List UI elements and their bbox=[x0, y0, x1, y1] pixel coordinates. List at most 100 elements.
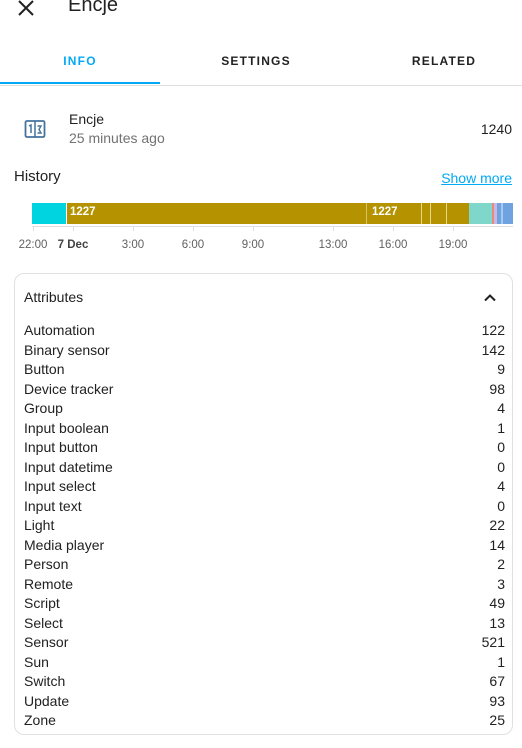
attribute-row: Switch 67 bbox=[24, 672, 505, 692]
attribute-key: Binary sensor bbox=[24, 341, 110, 358]
timeline-segment-divider bbox=[430, 203, 431, 224]
axis-tick-label: 9:00 bbox=[241, 239, 265, 251]
axis-tick-label: 16:00 bbox=[378, 239, 408, 251]
attribute-value: 0 bbox=[497, 458, 505, 475]
attribute-row: Media player 14 bbox=[24, 536, 505, 556]
counter-icon bbox=[24, 120, 46, 138]
attribute-key: Input datetime bbox=[24, 458, 113, 475]
timeline-bar-label: 1227 bbox=[70, 206, 96, 218]
attribute-value: 4 bbox=[497, 478, 505, 494]
timeline-segment[interactable] bbox=[469, 203, 492, 224]
attribute-key: Person bbox=[24, 556, 69, 572]
attribute-row: Input datetime 0 bbox=[24, 458, 505, 478]
attribute-row: Automation 122 bbox=[24, 321, 505, 341]
attribute-key: Automation bbox=[24, 322, 95, 338]
attribute-key: Media player bbox=[24, 536, 105, 553]
timeline-segment[interactable] bbox=[503, 203, 513, 224]
attribute-key: Update bbox=[24, 692, 70, 709]
axis-tick bbox=[73, 226, 74, 231]
attribute-key: Zone bbox=[24, 712, 56, 728]
attribute-value: 1 bbox=[497, 419, 505, 436]
timeline-segment[interactable] bbox=[67, 203, 469, 224]
attribute-value: 0 bbox=[497, 497, 505, 514]
attribute-key: Device tracker bbox=[24, 380, 114, 397]
tab-info[interactable]: INFO bbox=[0, 40, 160, 85]
chevron-up-icon bbox=[484, 294, 496, 302]
dialog-title: Encje bbox=[68, 0, 119, 16]
collapse-button[interactable] bbox=[482, 290, 498, 306]
close-icon bbox=[18, 0, 34, 16]
attributes-panel: Attributes Automation 122 Binary sensor 14… bbox=[14, 273, 513, 735]
attribute-row: Update 93 bbox=[24, 692, 505, 712]
timeline-segment-divider bbox=[446, 203, 447, 224]
attribute-value: 142 bbox=[481, 341, 505, 358]
attribute-value: 122 bbox=[481, 322, 505, 338]
axis-tick-label: 19:00 bbox=[438, 239, 468, 251]
attribute-row: Group 4 bbox=[24, 399, 505, 419]
timeline-bar-label: 1227 bbox=[372, 206, 398, 218]
axis-tick-label: 13:00 bbox=[318, 239, 348, 251]
entity-summary: Encje 25 minutes ago 1240 bbox=[0, 106, 522, 154]
axis-tick bbox=[253, 226, 254, 231]
attribute-key: Sensor bbox=[24, 634, 69, 650]
entity-state: 1240 bbox=[480, 121, 512, 137]
attribute-row: Input select 4 bbox=[24, 477, 505, 497]
attribute-key: Button bbox=[24, 361, 65, 377]
axis-tick bbox=[33, 226, 34, 231]
close-button[interactable] bbox=[14, 0, 38, 20]
tab-bar: INFO SETTINGS RELATED bbox=[0, 40, 522, 86]
axis-tick bbox=[453, 226, 454, 231]
attribute-row: Remote 3 bbox=[24, 575, 505, 595]
attribute-row: Script 49 bbox=[24, 594, 505, 614]
attribute-key: Remote bbox=[24, 575, 74, 592]
attributes-title: Attributes bbox=[24, 289, 84, 305]
history-timeline[interactable]: 1227 1227 bbox=[32, 203, 513, 224]
tab-settings[interactable]: SETTINGS bbox=[176, 40, 336, 85]
attribute-value: 25 bbox=[489, 712, 505, 728]
timeline-segment-divider bbox=[421, 203, 422, 224]
attribute-value: 1 bbox=[497, 653, 505, 670]
attribute-value: 22 bbox=[489, 517, 505, 533]
attribute-value: 0 bbox=[497, 439, 505, 455]
attribute-key: Sun bbox=[24, 653, 49, 670]
axis-tick bbox=[333, 226, 334, 231]
entity-last-changed: 25 minutes ago bbox=[69, 130, 165, 146]
dialog-header: Encje bbox=[0, 0, 522, 30]
attribute-value: 4 bbox=[497, 400, 505, 416]
attribute-row: Select 13 bbox=[24, 614, 505, 634]
attribute-key: Script bbox=[24, 595, 60, 611]
attribute-value: 9 bbox=[497, 361, 505, 377]
attribute-value: 49 bbox=[489, 595, 505, 611]
attribute-row: Light 22 bbox=[24, 516, 505, 536]
attribute-key: Switch bbox=[24, 673, 66, 689]
attribute-value: 3 bbox=[497, 575, 505, 592]
timeline-axis bbox=[32, 226, 513, 227]
attribute-key: Input text bbox=[24, 497, 82, 514]
attribute-value: 2 bbox=[497, 556, 505, 572]
attribute-row: Sensor 521 bbox=[24, 633, 505, 653]
timeline-segment-divider bbox=[366, 203, 367, 224]
attributes-list: Automation 122 Binary sensor 142 Button 9 D… bbox=[24, 321, 505, 731]
history-title: History bbox=[14, 168, 61, 185]
axis-tick-label: 3:00 bbox=[121, 239, 145, 251]
axis-tick bbox=[193, 226, 194, 231]
attribute-key: Input boolean bbox=[24, 419, 109, 436]
entity-name: Encje bbox=[69, 111, 105, 127]
timeline-segment[interactable] bbox=[32, 203, 66, 224]
attribute-key: Select bbox=[24, 614, 63, 631]
active-tab-indicator bbox=[0, 82, 160, 84]
show-more-link[interactable]: Show more bbox=[441, 170, 512, 186]
tab-related[interactable]: RELATED bbox=[364, 40, 522, 85]
attribute-row: Button 9 bbox=[24, 360, 505, 380]
attribute-row: Input button 0 bbox=[24, 438, 505, 458]
attribute-value: 14 bbox=[489, 536, 505, 553]
attribute-row: Sun 1 bbox=[24, 653, 505, 673]
attribute-row: Zone 25 bbox=[24, 711, 505, 731]
attribute-row: Binary sensor 142 bbox=[24, 341, 505, 361]
attribute-key: Light bbox=[24, 517, 55, 533]
axis-tick-label: 6:00 bbox=[181, 239, 205, 251]
axis-tick bbox=[393, 226, 394, 231]
attribute-value: 67 bbox=[489, 673, 505, 689]
axis-tick-label: 22:00 bbox=[18, 239, 48, 251]
axis-tick-label: 7 Dec bbox=[57, 239, 89, 251]
